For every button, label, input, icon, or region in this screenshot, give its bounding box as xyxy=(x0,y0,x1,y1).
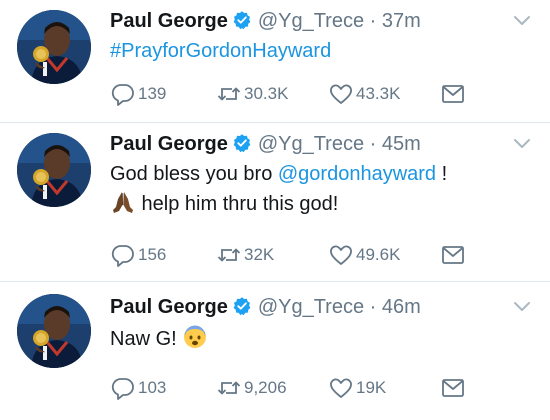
like-button[interactable]: 19K xyxy=(328,374,386,402)
separator-dot: · xyxy=(364,133,382,155)
direct-message-button[interactable] xyxy=(440,374,468,402)
timestamp[interactable]: 45m xyxy=(382,133,421,155)
like-count: 19K xyxy=(356,378,387,397)
folded-hands-emoji-icon xyxy=(113,192,133,213)
text-segment: ! xyxy=(436,163,448,185)
tweet-actions: 103 9,206 19K xyxy=(110,374,540,402)
tweet-text: Naw G! xyxy=(110,324,535,354)
verified-badge-icon xyxy=(233,297,251,316)
retweet-button[interactable]: 32K xyxy=(216,241,274,269)
text-segment: God bless you bro xyxy=(110,163,278,185)
retweet-button[interactable]: 9,206 xyxy=(216,374,287,402)
fearful-face-emoji-icon xyxy=(184,325,207,348)
chevron-down-icon[interactable] xyxy=(512,137,532,151)
direct-message-button[interactable] xyxy=(440,80,468,108)
reply-button[interactable]: 156 xyxy=(110,241,166,269)
tweet-line: God bless you bro @gordonhayward ! xyxy=(110,159,535,189)
tweet-text: God bless you bro @gordonhayward ! help … xyxy=(110,159,535,219)
chevron-down-icon[interactable] xyxy=(512,14,532,28)
display-name[interactable]: Paul George xyxy=(110,296,228,318)
retweet-count: 9,206 xyxy=(244,378,287,397)
user-handle[interactable]: @Yg_Trece xyxy=(258,133,364,155)
tweet[interactable]: Paul George @Yg_Trece · 45m God bless you… xyxy=(0,123,550,281)
reply-count: 103 xyxy=(138,378,167,397)
retweet-count: 30.3K xyxy=(244,84,289,103)
avatar[interactable] xyxy=(17,10,91,84)
reply-count: 139 xyxy=(138,84,167,103)
timestamp[interactable]: 37m xyxy=(382,10,421,32)
tweet[interactable]: Paul George @Yg_Trece · 37m #PrayforGordo… xyxy=(0,0,550,122)
avatar[interactable] xyxy=(17,294,91,368)
text-segment: help him thru this god! xyxy=(136,193,339,215)
direct-message-button[interactable] xyxy=(440,241,468,269)
reply-icon xyxy=(111,378,134,400)
separator-dot: · xyxy=(364,296,382,318)
like-count: 49.6K xyxy=(356,245,401,264)
tweet-feed: Paul George @Yg_Trece · 37m #PrayforGordo… xyxy=(0,0,550,420)
hashtag-link[interactable]: #PrayforGordonHayward xyxy=(110,40,331,62)
heart-icon xyxy=(330,84,352,104)
envelope-icon xyxy=(442,379,464,397)
tweet-actions: 139 30.3K 43.3K xyxy=(110,80,540,108)
separator-dot: · xyxy=(364,10,382,32)
reply-icon xyxy=(111,245,134,267)
reply-button[interactable]: 103 xyxy=(110,374,166,402)
retweet-count: 32K xyxy=(244,245,275,264)
mention-link[interactable]: @gordonhayward xyxy=(278,163,436,185)
display-name[interactable]: Paul George xyxy=(110,10,228,32)
envelope-icon xyxy=(442,85,464,103)
retweet-button[interactable]: 30.3K xyxy=(216,80,288,108)
verified-badge-icon xyxy=(233,134,251,153)
reply-button[interactable]: 139 xyxy=(110,80,166,108)
envelope-icon xyxy=(442,246,464,264)
heart-icon xyxy=(330,245,352,265)
tweet-actions: 156 32K 49.6K xyxy=(110,241,540,269)
tweet[interactable]: Paul George @Yg_Trece · 46m Naw G! 103 9,… xyxy=(0,282,550,420)
tweet-header: Paul George @Yg_Trece · 45m xyxy=(110,131,421,157)
verified-badge-icon xyxy=(233,11,251,30)
retweet-icon xyxy=(217,87,241,101)
tweet-line: help him thru this god! xyxy=(110,189,535,219)
tweet-text: #PrayforGordonHayward xyxy=(110,36,535,66)
display-name[interactable]: Paul George xyxy=(110,133,228,155)
user-handle[interactable]: @Yg_Trece xyxy=(258,296,364,318)
retweet-icon xyxy=(217,248,241,262)
avatar[interactable] xyxy=(17,133,91,207)
like-button[interactable]: 49.6K xyxy=(328,241,400,269)
chevron-down-icon[interactable] xyxy=(512,300,532,314)
like-button[interactable]: 43.3K xyxy=(328,80,400,108)
retweet-icon xyxy=(217,381,241,395)
tweet-header: Paul George @Yg_Trece · 46m xyxy=(110,294,421,320)
heart-icon xyxy=(330,378,352,398)
user-handle[interactable]: @Yg_Trece xyxy=(258,10,364,32)
reply-count: 156 xyxy=(138,245,167,264)
like-count: 43.3K xyxy=(356,84,401,103)
text-segment: Naw G! xyxy=(110,328,183,350)
timestamp[interactable]: 46m xyxy=(382,296,421,318)
tweet-header: Paul George @Yg_Trece · 37m xyxy=(110,8,421,34)
reply-icon xyxy=(111,84,134,106)
